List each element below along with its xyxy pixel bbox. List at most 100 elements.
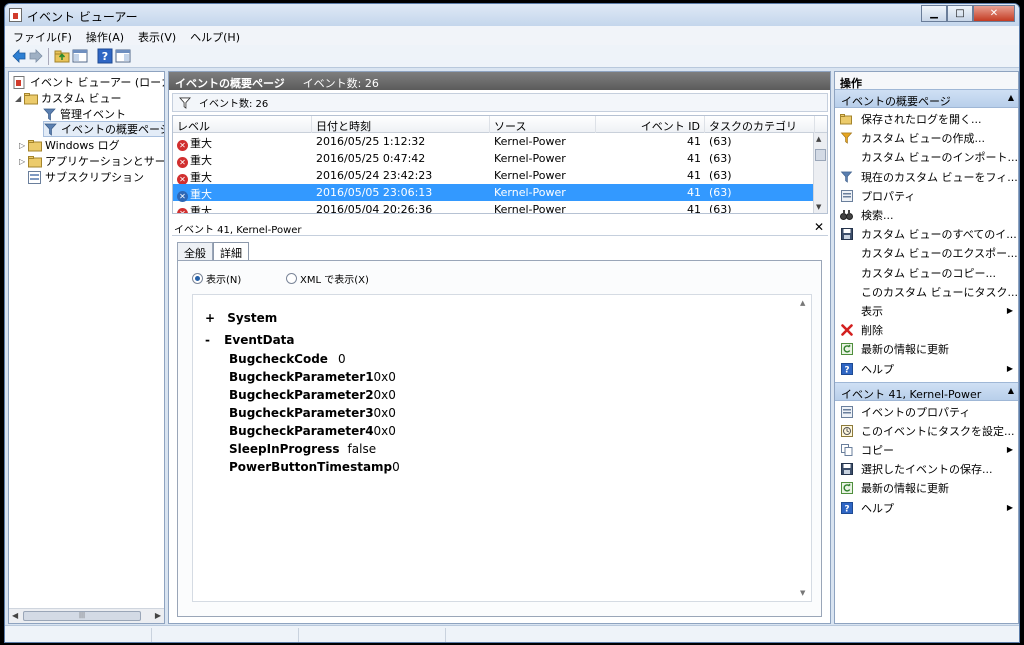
action-open-saved-log[interactable]: 保存されたログを開く... [835, 109, 1018, 128]
radio-xml-view[interactable]: XML で表示(X) [286, 271, 369, 286]
action-attach-task-to-event[interactable]: このイベントにタスクを設定... [835, 421, 1018, 440]
svg-text:?: ? [844, 504, 849, 514]
action-attach-task-to-view[interactable]: このカスタム ビューにタスク... [835, 282, 1018, 301]
action-save-selected-events[interactable]: 選択したイベントの保存... [835, 459, 1018, 478]
maximize-button[interactable]: □ [947, 5, 973, 22]
tree-horizontal-scrollbar[interactable]: ◀ ||| ▶ [9, 608, 164, 623]
column-header-event-id[interactable]: イベント ID [596, 116, 705, 133]
menu-file[interactable]: ファイル(F) [5, 26, 78, 45]
tree-item-subscriptions[interactable]: サブスクリプション [28, 169, 144, 185]
table-row[interactable]: ✕ 重大 2016/05/25 0:47:42 Kernel-Power 41 (… [173, 150, 813, 168]
table-row[interactable]: ✕ 重大 2016/05/24 23:42:23 Kernel-Power 41 … [173, 167, 813, 185]
minimize-button[interactable]: ▁ [921, 5, 947, 22]
tree-item-event-viewer-root[interactable]: イベント ビューアー (ローカル [13, 74, 164, 90]
svg-text:?: ? [102, 50, 108, 63]
status-divider [298, 628, 299, 642]
action-filter-current-view[interactable]: 現在のカスタム ビューをフィ... [835, 167, 1018, 186]
action-event-properties[interactable]: イベントのプロパティ [835, 402, 1018, 421]
field-bugcheck-param2: BugcheckParameter20x0 [229, 388, 396, 402]
scroll-up-arrow-icon[interactable]: ▲ [816, 135, 821, 143]
filter-event-count: イベント数: 26 [199, 99, 269, 110]
scroll-left-arrow-icon[interactable]: ◀ [12, 611, 18, 620]
action-delete[interactable]: 削除 [835, 320, 1018, 339]
detail-tabs: 全般 詳細 [177, 242, 249, 262]
scroll-right-arrow-icon[interactable]: ▶ [155, 611, 161, 620]
actions-section-selected-event[interactable]: イベント 41, Kernel-Power ▲ [835, 382, 1018, 401]
expand-toggle[interactable]: + [205, 311, 215, 325]
action-create-custom-view[interactable]: カスタム ビューの作成... [835, 128, 1018, 147]
tree-item-app-service-logs[interactable]: ▷ アプリケーションとサービ [19, 153, 164, 169]
node-eventdata[interactable]: - EventData [205, 333, 295, 347]
action-copy-custom-view[interactable]: カスタム ビューのコピー... [835, 263, 1018, 282]
collapsed-arrow-icon[interactable]: ▷ [19, 157, 28, 166]
center-pane: イベントの概要ページ イベント数: 26 イベント数: 26 レベル 日付と時刻… [168, 71, 831, 624]
collapsed-arrow-icon[interactable]: ▷ [19, 141, 28, 150]
tree-item-summary-page[interactable]: イベントの概要ページ [43, 121, 164, 137]
tree-item-custom-views[interactable]: ◢ カスタム ビュー [15, 90, 122, 106]
toolbar-separator [48, 48, 49, 65]
tab-general[interactable]: 全般 [177, 242, 213, 261]
center-header: イベントの概要ページ イベント数: 26 [169, 72, 830, 90]
close-detail-icon[interactable]: ✕ [814, 220, 824, 234]
tree-item-windows-logs[interactable]: ▷ Windows ログ [19, 137, 120, 153]
tree-label: カスタム ビュー [41, 92, 122, 105]
forward-arrow-icon[interactable] [28, 48, 44, 64]
action-view-submenu[interactable]: 表示 ▶ [835, 301, 1018, 320]
radio-selected-icon[interactable] [192, 273, 203, 284]
action-refresh[interactable]: 最新の情報に更新 [835, 339, 1018, 358]
scrollbar-thumb[interactable]: ||| [23, 611, 141, 621]
scroll-up-arrow-icon[interactable]: ▲ [800, 299, 805, 307]
center-title: イベントの概要ページ [175, 77, 285, 90]
actions-section-summary-page[interactable]: イベントの概要ページ ▲ [835, 89, 1018, 108]
menu-view[interactable]: 表示(V) [130, 26, 182, 45]
collapse-section-icon[interactable]: ▲ [1008, 386, 1014, 395]
event-detail-title: イベント 41, Kernel-Power [174, 225, 302, 236]
collapse-section-icon[interactable]: ▲ [1008, 93, 1014, 102]
scroll-down-arrow-icon[interactable]: ▼ [816, 203, 821, 211]
event-list-vertical-scrollbar[interactable]: ▲ ▼ [813, 133, 827, 213]
tree-item-admin-events[interactable]: 管理イベント [43, 106, 126, 122]
tab-details[interactable]: 詳細 [213, 242, 249, 262]
action-properties[interactable]: プロパティ [835, 186, 1018, 205]
table-row[interactable]: ✕ 重大 2016/05/25 1:12:32 Kernel-Power 41 (… [173, 133, 813, 151]
action-help-event[interactable]: ? ヘルプ ▶ [835, 498, 1018, 517]
radio-friendly-view[interactable]: 表示(N) [192, 271, 241, 286]
action-copy[interactable]: コピー ▶ [835, 440, 1018, 459]
event-data-scrollbar[interactable]: ▲ ▼ [797, 295, 811, 601]
folder-up-icon[interactable] [54, 48, 70, 64]
collapse-toggle[interactable]: - [205, 333, 210, 347]
column-header-source[interactable]: ソース [490, 116, 596, 133]
help-icon[interactable]: ? [97, 48, 113, 64]
action-import-custom-view[interactable]: カスタム ビューのインポート... [835, 147, 1018, 166]
action-help[interactable]: ? ヘルプ ▶ [835, 359, 1018, 378]
event-viewer-window: イベント ビューアー ▁ □ ✕ ファイル(F) 操作(A) 表示(V) ヘルプ… [4, 3, 1020, 643]
column-header-task-category[interactable]: タスクのカテゴリ [705, 116, 815, 133]
radio-unselected-icon[interactable] [286, 273, 297, 284]
folder-icon [24, 92, 38, 105]
node-system[interactable]: + System [205, 311, 277, 325]
refresh-icon [840, 342, 853, 355]
action-export-custom-view[interactable]: カスタム ビューのエクスポー... [835, 243, 1018, 262]
expanded-arrow-icon[interactable]: ◢ [15, 94, 24, 103]
properties-icon [840, 189, 853, 202]
scroll-down-arrow-icon[interactable]: ▼ [800, 589, 805, 597]
column-header-datetime[interactable]: 日付と時刻 [312, 116, 490, 133]
menu-help[interactable]: ヘルプ(H) [182, 26, 246, 45]
properties-icon [840, 405, 853, 418]
action-find[interactable]: 検索... [835, 205, 1018, 224]
show-hide-tree-icon[interactable] [72, 48, 88, 64]
table-row[interactable]: ✕ 重大 2016/05/04 20:26:36 Kernel-Power 41 … [173, 201, 813, 213]
column-header-level[interactable]: レベル [173, 116, 312, 133]
back-arrow-icon[interactable] [11, 48, 27, 64]
action-save-all-events[interactable]: カスタム ビューのすべてのイ... [835, 224, 1018, 243]
action-refresh-event[interactable]: 最新の情報に更新 [835, 478, 1018, 497]
show-hide-action-pane-icon[interactable] [115, 48, 131, 64]
table-row-selected[interactable]: ✕ 重大 2016/05/05 23:06:13 Kernel-Power 41 … [173, 184, 813, 202]
close-button[interactable]: ✕ [973, 5, 1015, 22]
scrollbar-thumb[interactable] [815, 149, 826, 161]
save-disk-icon [840, 227, 853, 240]
folder-icon [28, 155, 42, 168]
tree-label: Windows ログ [45, 139, 120, 152]
svg-text:?: ? [844, 365, 849, 375]
menu-action[interactable]: 操作(A) [78, 26, 130, 45]
